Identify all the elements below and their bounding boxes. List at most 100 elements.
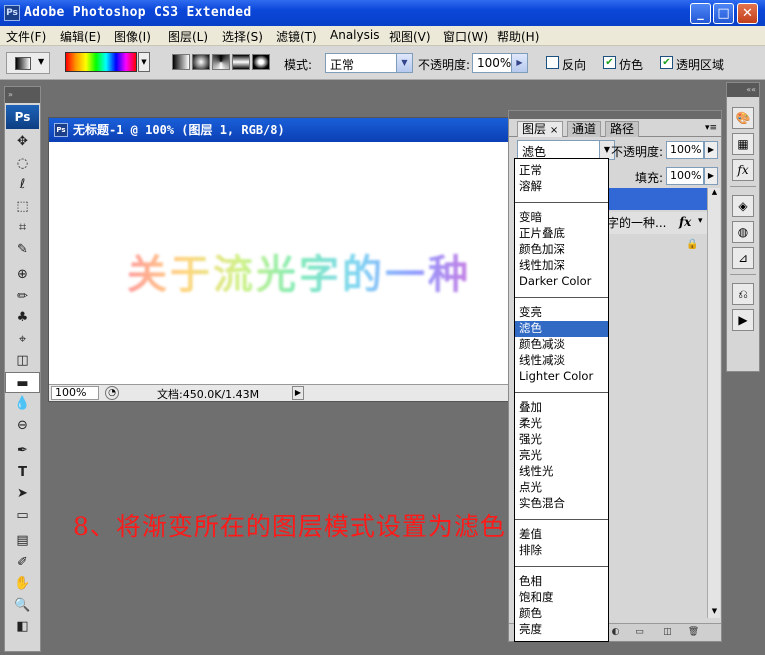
ps-logo[interactable]: Ps <box>6 105 39 129</box>
eraser-tool-icon[interactable]: ◫ <box>5 350 40 372</box>
rectangle-tool-icon[interactable]: ▭ <box>5 505 40 527</box>
menu-select[interactable]: 选择(S) <box>222 28 263 45</box>
blend-mode-option[interactable]: 实色混合 <box>515 496 608 512</box>
opacity-input[interactable]: 100% ▶ <box>472 53 528 73</box>
blend-mode-option[interactable]: 叠加 <box>515 400 608 416</box>
crop-tool-icon[interactable]: ⌗ <box>5 217 40 239</box>
menu-window[interactable]: 窗口(W) <box>443 28 488 45</box>
layer-opacity-input[interactable]: 100% <box>666 141 704 159</box>
blend-mode-option[interactable]: 滤色 <box>515 321 608 337</box>
transparency-checkbox[interactable]: ✔ <box>660 56 673 69</box>
move-tool-icon[interactable]: ✥ <box>5 131 40 153</box>
blur-tool-icon[interactable]: 💧 <box>5 393 40 415</box>
blend-mode-option[interactable]: 点光 <box>515 480 608 496</box>
gradient-picker-arrow[interactable]: ▼ <box>138 52 150 72</box>
maximize-button[interactable]: □ <box>713 3 734 24</box>
zoom-tool-icon[interactable]: 🔍 <box>5 595 40 617</box>
close-icon[interactable]: × <box>550 125 558 136</box>
blend-mode-option[interactable]: 亮光 <box>515 448 608 464</box>
diamond-gradient-button[interactable] <box>252 54 270 70</box>
dither-checkbox[interactable]: ✔ <box>603 56 616 69</box>
menu-edit[interactable]: 编辑(E) <box>60 28 101 45</box>
blend-mode-option[interactable]: 变暗 <box>515 210 608 226</box>
brush-tool-icon[interactable]: ✏ <box>5 286 40 308</box>
blend-mode-option[interactable]: 饱和度 <box>515 590 608 606</box>
color-swatches-icon[interactable]: ◧ <box>5 616 40 638</box>
panel-header[interactable] <box>509 111 721 119</box>
tool-preset-picker[interactable]: ▼ <box>6 52 50 74</box>
chevron-down-icon[interactable]: ▾ <box>698 216 703 226</box>
slice-tool-icon[interactable]: ✎ <box>5 239 40 261</box>
pen-tool-icon[interactable]: ✒ <box>5 440 40 462</box>
angle-gradient-button[interactable] <box>212 54 230 70</box>
notes-tool-icon[interactable]: ▤ <box>5 530 40 552</box>
linear-gradient-button[interactable] <box>172 54 190 70</box>
blend-mode-option[interactable]: 溶解 <box>515 179 608 195</box>
path-select-tool-icon[interactable]: ➤ <box>5 483 40 505</box>
blend-mode-option[interactable]: 排除 <box>515 543 608 559</box>
styles-icon[interactable]: fx <box>732 159 754 181</box>
tab-layers[interactable]: 图层 × <box>517 121 564 137</box>
menu-view[interactable]: 视图(V) <box>389 28 431 45</box>
menu-file[interactable]: 文件(F) <box>6 28 46 45</box>
hand-tool-icon[interactable]: ✋ <box>5 573 40 595</box>
tab-paths[interactable]: 路径 <box>605 121 640 137</box>
blend-mode-dropdown[interactable]: 正常 溶解 变暗 正片叠底 颜色加深 线性加深 Darker Color 变亮 滤色 颜色减淡 线性… <box>514 158 609 642</box>
status-info-icon[interactable]: ◔ <box>105 386 119 400</box>
new-group-icon[interactable]: ▭ <box>633 626 646 639</box>
blend-mode-option[interactable]: Darker Color <box>515 274 608 290</box>
trash-icon[interactable]: 🗑 <box>687 626 700 639</box>
layers-scrollbar[interactable]: ▲ ▼ <box>707 188 720 618</box>
lasso-tool-icon[interactable]: ℓ <box>5 174 40 196</box>
scroll-down-icon[interactable]: ▼ <box>709 607 720 618</box>
blend-mode-option[interactable]: 线性加深 <box>515 258 608 274</box>
history-icon[interactable]: ⎌ <box>732 283 754 305</box>
menu-layer[interactable]: 图层(L) <box>168 28 208 45</box>
blend-mode-option[interactable]: 颜色 <box>515 606 608 622</box>
blend-mode-option[interactable]: 变亮 <box>515 305 608 321</box>
fill-input[interactable]: 100% <box>666 167 704 185</box>
radial-gradient-button[interactable] <box>192 54 210 70</box>
menu-filter[interactable]: 滤镜(T) <box>276 28 317 45</box>
blend-mode-option[interactable]: Lighter Color <box>515 369 608 385</box>
panel-menu-icon[interactable]: ▾≡ <box>705 123 717 133</box>
type-tool-icon[interactable]: T <box>5 462 40 484</box>
gradient-tool-icon[interactable]: ▬ <box>5 371 40 393</box>
opacity-slider-arrow[interactable]: ▶ <box>704 141 718 159</box>
swatches-icon[interactable]: ▦ <box>732 133 754 155</box>
quick-select-tool-icon[interactable]: ⬚ <box>5 196 40 218</box>
menu-help[interactable]: 帮助(H) <box>497 28 539 45</box>
status-menu-arrow[interactable]: ▶ <box>292 386 304 400</box>
close-button[interactable]: ✕ <box>737 3 758 24</box>
channels-dock-icon[interactable]: ◍ <box>732 221 754 243</box>
reverse-checkbox[interactable] <box>546 56 559 69</box>
zoom-field[interactable]: 100% <box>51 386 99 400</box>
actions-icon[interactable]: ▶ <box>732 309 754 331</box>
marquee-tool-icon[interactable]: ◌ <box>5 153 40 175</box>
blend-mode-option[interactable]: 色相 <box>515 574 608 590</box>
blend-mode-option[interactable]: 亮度 <box>515 622 608 638</box>
selected-layer-row[interactable] <box>607 188 707 210</box>
tab-channels[interactable]: 通道 <box>567 121 602 137</box>
blend-mode-option[interactable]: 正片叠底 <box>515 226 608 242</box>
blend-mode-option[interactable]: 正常 <box>515 163 608 179</box>
layers-dock-icon[interactable]: ◈ <box>732 195 754 217</box>
text-layer-row[interactable]: 字的一种... <box>607 212 707 234</box>
blend-mode-option[interactable]: 颜色加深 <box>515 242 608 258</box>
blend-mode-option[interactable]: 线性光 <box>515 464 608 480</box>
canvas[interactable]: 关于流光字的一种 <box>49 142 509 385</box>
dock-header[interactable]: «« <box>727 83 759 97</box>
blend-mode-option[interactable]: 强光 <box>515 432 608 448</box>
fill-slider-arrow[interactable]: ▶ <box>704 167 718 185</box>
reflected-gradient-button[interactable] <box>232 54 250 70</box>
scroll-up-icon[interactable]: ▲ <box>709 188 720 199</box>
blend-mode-select[interactable]: 滤色 ▼ <box>517 140 615 160</box>
dodge-tool-icon[interactable]: ⊖ <box>5 415 40 437</box>
blend-mode-option[interactable]: 差值 <box>515 527 608 543</box>
menu-analysis[interactable]: Analysis <box>330 28 379 42</box>
history-brush-tool-icon[interactable]: ⌖ <box>5 329 40 351</box>
toolbox-header[interactable]: » <box>5 87 40 103</box>
document-title-bar[interactable]: Ps 无标题-1 @ 100% (图层 1, RGB/8) <box>49 118 509 142</box>
adjustment-layer-icon[interactable]: ◐ <box>609 626 622 639</box>
minimize-button[interactable]: _ <box>690 3 711 24</box>
